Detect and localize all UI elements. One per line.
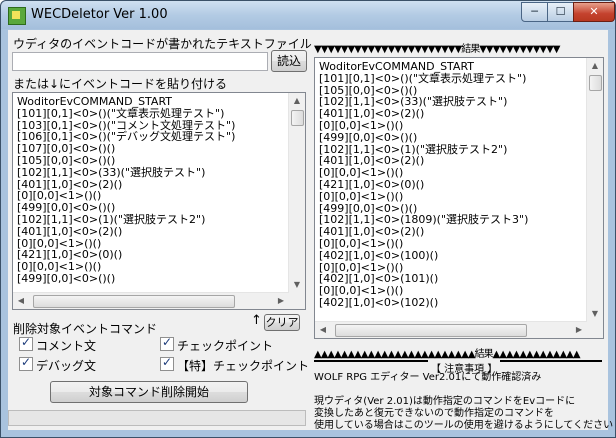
scroll-left-icon[interactable]: ◀ bbox=[315, 322, 331, 338]
scroll-up-icon[interactable]: ▲ bbox=[587, 58, 603, 74]
result-code-line: [0][0,0]<1>()() bbox=[319, 189, 404, 203]
paste-label: または↓にイベントコードを貼り付ける bbox=[13, 77, 228, 91]
comment-checkbox[interactable] bbox=[19, 335, 33, 351]
title-bar[interactable]: WECDeletor Ver 1.00 ─ ☐ ✕ bbox=[1, 1, 615, 29]
notice-line bbox=[314, 384, 613, 396]
clear-button[interactable]: クリア bbox=[264, 314, 300, 331]
progress-bar bbox=[8, 410, 306, 426]
result-textarea[interactable]: WoditorEvCOMMAND_START [101][0,1]<0>()("文… bbox=[314, 57, 604, 339]
notice-line: 使用している場合はこのツールの使用を避けるようにしてください bbox=[314, 420, 614, 431]
close-button[interactable]: ✕ bbox=[573, 2, 615, 22]
special-checkpoint-checkbox-label: 【特】チェックポイント bbox=[177, 359, 310, 373]
window-title: WECDeletor Ver 1.00 bbox=[31, 7, 168, 22]
result-lines: WoditorEvCOMMAND_START [101][0,1]<0>()("文… bbox=[319, 61, 528, 309]
notice-text: WOLF RPG エディター Ver2.01にて動作確認済み 現ウディタ(Ver… bbox=[314, 372, 613, 432]
file-path-input[interactable] bbox=[12, 52, 268, 71]
result-horizontal-scrollbar[interactable]: ◀ ▶ bbox=[315, 321, 587, 338]
scroll-thumb[interactable] bbox=[33, 295, 235, 308]
result-code-line: [0][0,0]<1>()() bbox=[319, 118, 404, 132]
read-button[interactable]: 読込 bbox=[271, 50, 307, 72]
scroll-thumb[interactable] bbox=[291, 110, 304, 126]
app-icon bbox=[8, 7, 26, 25]
result-code-line: [421][1,0]<0>(0)() bbox=[319, 177, 425, 191]
result-footer-banner: ▲▲▲▲▲▲▲▲▲▲▲▲▲▲▲▲▲▲▲▲▲▲▲▲結果▲▲▲▲▲▲▲▲▲▲▲▲▲ bbox=[314, 349, 581, 360]
delete-target-label: 削除対象イベントコマンド bbox=[13, 322, 158, 336]
client-area: ウディタのイベントコードが書かれたテキストファイル 読込 または↓にイベントコー… bbox=[8, 30, 613, 431]
minimize-button[interactable]: ─ bbox=[521, 2, 548, 22]
result-header-banner: ▼▼▼▼▼▼▼▼▼▼▼▼▼▼▼▼▼▼▼▼▼▼結果▼▼▼▼▼▼▼▼▼▼▼▼ bbox=[314, 44, 560, 55]
source-code-line: [105][0,0]<0>()() bbox=[17, 153, 116, 167]
special-checkpoint-checkbox[interactable] bbox=[160, 355, 174, 371]
scroll-up-icon[interactable]: ▲ bbox=[289, 93, 305, 109]
maximize-button[interactable]: ☐ bbox=[547, 2, 574, 22]
checkpoint-checkbox-label: チェックポイント bbox=[177, 339, 274, 353]
notice-line: 現ウディタ(Ver 2.01)は動作指定のコマンドをEvコードに bbox=[314, 396, 576, 407]
result-code-line: [101][0,1]<0>()("文章表示処理テスト") bbox=[319, 71, 527, 85]
scroll-thumb[interactable] bbox=[589, 75, 602, 91]
source-code-line: [102][1,1]<0>(1)("選択肢テスト2") bbox=[17, 212, 206, 226]
scroll-corner bbox=[587, 322, 603, 338]
notice-line: WOLF RPG エディター Ver2.01にて動作確認済み bbox=[314, 372, 542, 383]
source-code-textarea[interactable]: WoditorEvCOMMAND_START [101][0,1]<0>()("文… bbox=[12, 92, 306, 310]
checkpoint-checkbox[interactable] bbox=[160, 335, 174, 351]
source-code-line: [499][0,0]<0>()() bbox=[17, 271, 116, 285]
debug-checkbox[interactable] bbox=[19, 355, 33, 371]
scroll-down-icon[interactable]: ▼ bbox=[289, 277, 305, 293]
result-code-line: [402][1,0]<0>(102)() bbox=[319, 295, 439, 309]
result-code-line: [0][0,0]<1>()() bbox=[319, 236, 404, 250]
scroll-down-icon[interactable]: ▼ bbox=[587, 306, 603, 322]
up-arrow-icon: ↑ bbox=[251, 313, 262, 328]
source-code-line: [101][0,1]<0>()("文章表示処理テスト") bbox=[17, 106, 225, 120]
source-code-line: [401][1,0]<0>(2)() bbox=[17, 224, 123, 238]
source-vertical-scrollbar[interactable]: ▲ ▼ bbox=[288, 93, 305, 293]
notice-line: 変換したあと復元できないので動作指定のコマンドを bbox=[314, 408, 554, 419]
source-code-line: [102][1,1]<0>(33)("選択肢テスト") bbox=[17, 165, 206, 179]
app-window: WECDeletor Ver 1.00 ─ ☐ ✕ ウディタのイベントコードが書… bbox=[0, 0, 616, 438]
start-delete-button[interactable]: 対象コマンド削除開始 bbox=[50, 381, 248, 403]
scroll-right-icon[interactable]: ▶ bbox=[571, 322, 587, 338]
scroll-corner bbox=[289, 293, 305, 309]
debug-checkbox-label: デバッグ文 bbox=[36, 359, 97, 373]
result-vertical-scrollbar[interactable]: ▲ ▼ bbox=[586, 58, 603, 322]
result-code-line: [402][1,0]<0>(100)() bbox=[319, 248, 439, 262]
result-code-line: [499][0,0]<0>()() bbox=[319, 130, 418, 144]
scroll-left-icon[interactable]: ◀ bbox=[13, 293, 29, 309]
scroll-thumb[interactable] bbox=[335, 324, 527, 337]
source-horizontal-scrollbar[interactable]: ◀ ▶ bbox=[13, 292, 289, 309]
comment-checkbox-label: コメント文 bbox=[36, 339, 97, 353]
scroll-right-icon[interactable]: ▶ bbox=[273, 293, 289, 309]
source-lines: WoditorEvCOMMAND_START [101][0,1]<0>()("文… bbox=[17, 96, 235, 285]
file-label: ウディタのイベントコードが書かれたテキストファイル bbox=[13, 37, 312, 51]
